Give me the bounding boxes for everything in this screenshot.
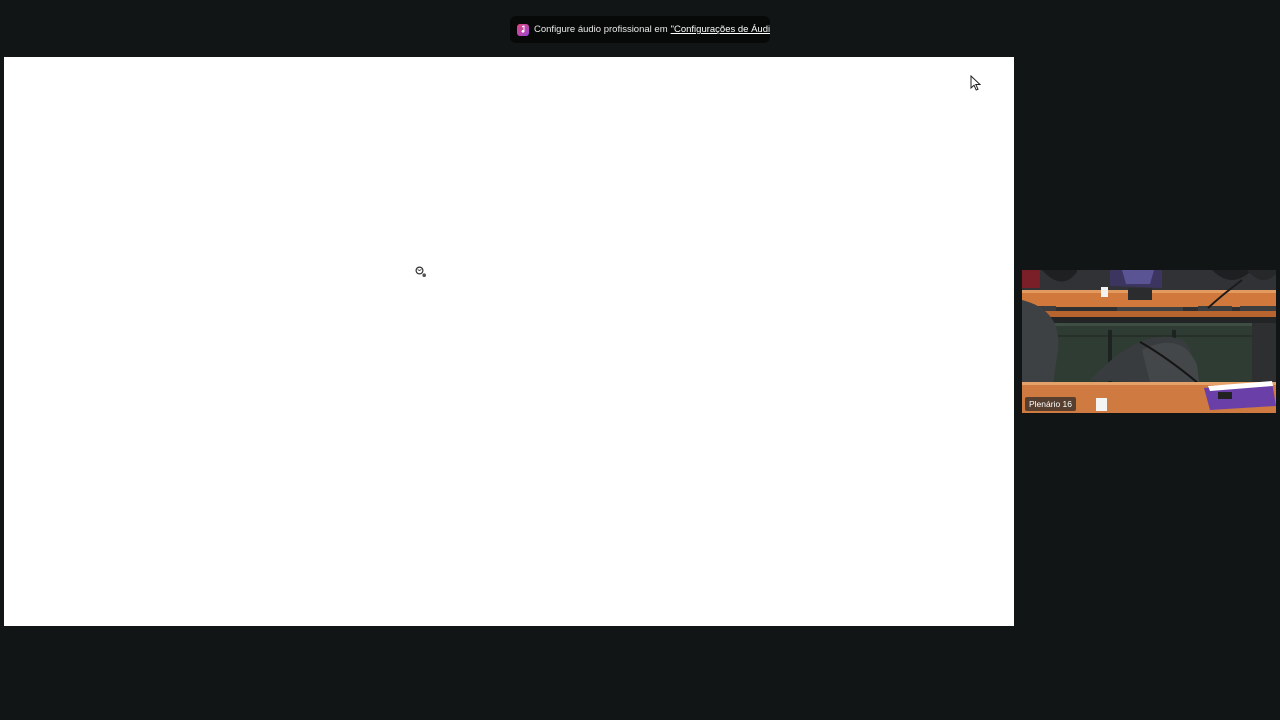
- participant-name-label: Plenário 16: [1025, 397, 1077, 411]
- notification-text: Configure áudio profissional em: [534, 24, 668, 35]
- audio-settings-notification: Configure áudio profissional em "Configu…: [510, 16, 770, 43]
- audio-settings-link[interactable]: "Configurações de Áudio": [671, 24, 770, 35]
- participant-video-tile[interactable]: Plenário 16: [1022, 270, 1276, 413]
- video-feed: [1022, 270, 1276, 413]
- mouse-pointer-icon: [970, 74, 982, 96]
- shared-screen[interactable]: [4, 57, 1014, 626]
- music-note-icon: [517, 23, 529, 36]
- busy-cursor-icon: [414, 265, 428, 284]
